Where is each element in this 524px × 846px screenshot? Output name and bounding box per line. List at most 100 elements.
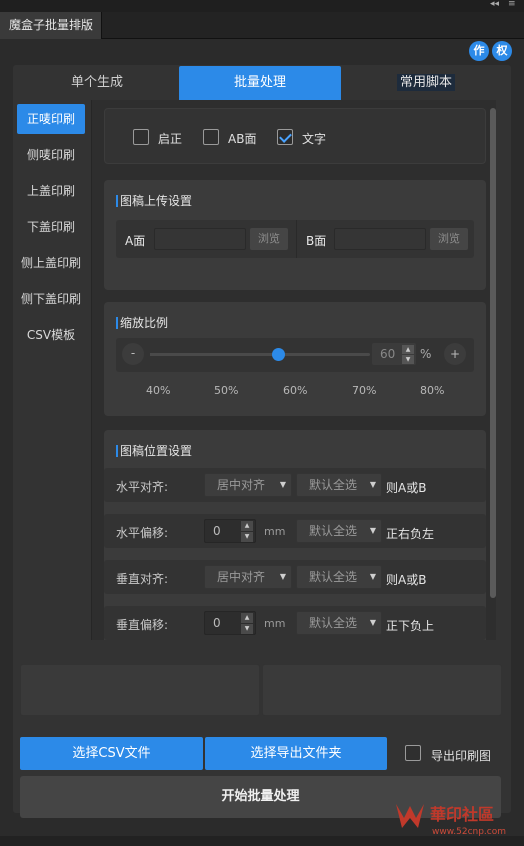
a-side-file-input[interactable]	[154, 228, 246, 250]
vertical-align-select[interactable]: 居中对齐 ▼	[204, 565, 292, 589]
position-title: 图稿位置设置	[116, 445, 192, 457]
enable-front-label: 启正	[158, 132, 183, 146]
choose-csv-button[interactable]: 选择CSV文件	[20, 737, 203, 770]
chevron-down-icon: ▼	[369, 618, 376, 627]
horizontal-align-target-select[interactable]: 默认全选 ▼	[296, 473, 382, 497]
b-side-file-input[interactable]	[334, 228, 426, 250]
vertical-align-value: 居中对齐	[217, 570, 266, 584]
horizontal-offset-value: 0	[213, 524, 221, 538]
text-label: 文字	[302, 132, 327, 146]
increase-icon[interactable]: ▲	[241, 521, 253, 531]
position-card: 图稿位置设置 水平对齐: 居中对齐 ▼ 默认全选 ▼ 则A或B 水平偏移: 0 ▲ …	[104, 430, 486, 640]
vertical-offset-target-select[interactable]: 默认全选 ▼	[296, 611, 382, 635]
zoom-increase-icon[interactable]: ▲	[402, 345, 414, 354]
horizontal-align-row: 水平对齐: 居中对齐 ▼ 默认全选 ▼ 则A或B	[104, 468, 486, 502]
rights-button[interactable]: 权	[492, 41, 512, 61]
panel-menu-icon[interactable]: ≡	[508, 0, 516, 9]
zoom-title: 缩放比例	[116, 317, 168, 329]
content-panel: 启正 AB面 文字 图稿上传设置 A面 浏览 B面 浏览 缩放比例 - 60 ▲…	[91, 100, 496, 640]
tab-single-generate[interactable]: 单个生成	[16, 66, 178, 100]
sidebar-item-bottom-print[interactable]: 下盖印刷	[17, 212, 85, 242]
vertical-offset-input[interactable]: 0 ▲ ▼	[204, 611, 256, 635]
watermark-logo: 華印社區 www.52cnp.com	[390, 794, 518, 838]
zoom-tick-60[interactable]: 60%	[283, 384, 307, 397]
sidebar-item-front-print[interactable]: 正唛印刷	[17, 104, 85, 134]
choose-export-folder-button[interactable]: 选择导出文件夹	[205, 737, 387, 770]
vertical-offset-value: 0	[213, 616, 221, 630]
b-side-browse-button[interactable]: 浏览	[430, 228, 468, 250]
decrease-icon[interactable]: ▼	[241, 532, 253, 542]
chevron-down-icon: ▼	[369, 526, 376, 535]
author-button[interactable]: 作	[469, 41, 489, 61]
zoom-tick-70[interactable]: 70%	[352, 384, 376, 397]
enable-front-checkbox[interactable]	[133, 129, 149, 145]
zoom-decrease-icon[interactable]: ▼	[402, 355, 414, 364]
chevron-down-icon: ▼	[279, 480, 286, 489]
zoom-value-text: 60	[380, 347, 396, 361]
chevron-down-icon: ▼	[369, 572, 376, 581]
vertical-offset-unit: mm	[264, 617, 286, 630]
vertical-offset-row: 垂直偏移: 0 ▲ ▼ mm 默认全选 ▼ 正下负上	[104, 606, 486, 640]
vertical-offset-target-value: 默认全选	[309, 616, 358, 630]
collapse-icon[interactable]: ◂◂	[490, 0, 499, 9]
horizontal-align-target-value: 默认全选	[309, 478, 358, 492]
b-side-label: B面	[306, 234, 327, 248]
upload-title: 图稿上传设置	[116, 195, 192, 207]
content-scrollbar[interactable]	[490, 108, 496, 598]
vertical-align-target-select[interactable]: 默认全选 ▼	[296, 565, 382, 589]
zoom-slider-track[interactable]	[150, 348, 370, 361]
tab-common-scripts-label: 常用脚本	[396, 74, 455, 91]
panel-tabstrip: 魔盒子批量排版	[0, 12, 524, 39]
horizontal-offset-input[interactable]: 0 ▲ ▼	[204, 519, 256, 543]
text-checkbox[interactable]	[277, 129, 293, 145]
export-print-label: 导出印刷图	[431, 749, 492, 763]
zoom-unit: %	[420, 347, 432, 361]
ab-side-label: AB面	[228, 132, 257, 146]
horizontal-align-select[interactable]: 居中对齐 ▼	[204, 473, 292, 497]
horizontal-offset-unit: mm	[264, 525, 286, 538]
decrease-icon[interactable]: ▼	[241, 624, 253, 634]
chevron-down-icon: ▼	[369, 480, 376, 489]
ab-side-checkbox[interactable]	[203, 129, 219, 145]
zoom-slider-row: - 60 ▲ ▼ % +	[116, 338, 474, 372]
increase-icon[interactable]: ▲	[241, 613, 253, 623]
zoom-tick-50[interactable]: 50%	[214, 384, 238, 397]
vertical-offset-note: 正下负上	[386, 619, 435, 633]
zoom-tick-80[interactable]: 80%	[420, 384, 444, 397]
panel-title-tab[interactable]: 魔盒子批量排版	[0, 12, 102, 39]
sidebar-item-csv-template[interactable]: CSV模板	[17, 320, 85, 350]
zoom-minus-button[interactable]: -	[122, 343, 144, 365]
vertical-align-label: 垂直对齐:	[116, 572, 169, 586]
window-titlebar: ◂◂ ≡	[0, 0, 524, 12]
sidebar-item-side-print[interactable]: 侧唛印刷	[17, 140, 85, 170]
vertical-align-target-value: 默认全选	[309, 570, 358, 584]
horizontal-align-value: 居中对齐	[217, 478, 266, 492]
upload-row: A面 浏览 B面 浏览	[116, 220, 474, 258]
export-folder-display	[262, 664, 502, 716]
logo-icon: 華印社區 www.52cnp.com	[396, 804, 506, 837]
horizontal-offset-target-value: 默认全选	[309, 524, 358, 538]
vertical-align-row: 垂直对齐: 居中对齐 ▼ 默认全选 ▼ 则A或B	[104, 560, 486, 594]
tab-common-scripts[interactable]: 常用脚本	[342, 66, 510, 100]
zoom-plus-button[interactable]: +	[444, 343, 466, 365]
a-side-browse-button[interactable]: 浏览	[250, 228, 288, 250]
zoom-slider-handle[interactable]	[272, 348, 285, 361]
export-print-checkbox[interactable]	[405, 745, 421, 761]
sidebar-item-side-bottom-print[interactable]: 侧下盖印刷	[17, 284, 85, 314]
chevron-down-icon: ▼	[279, 572, 286, 581]
zoom-tick-40[interactable]: 40%	[146, 384, 170, 397]
zoom-card: 缩放比例 - 60 ▲ ▼ % + 40% 50% 60% 70% 80%	[104, 302, 486, 416]
options-card: 启正 AB面 文字	[104, 108, 486, 164]
vertical-offset-label: 垂直偏移:	[116, 618, 169, 632]
upload-divider	[296, 220, 297, 258]
horizontal-align-label: 水平对齐:	[116, 480, 169, 494]
horizontal-offset-label: 水平偏移:	[116, 526, 169, 540]
horizontal-offset-target-select[interactable]: 默认全选 ▼	[296, 519, 382, 543]
sidebar-item-lid-print[interactable]: 上盖印刷	[17, 176, 85, 206]
upload-card: 图稿上传设置 A面 浏览 B面 浏览	[104, 180, 486, 290]
tab-batch-process[interactable]: 批量处理	[179, 66, 341, 100]
zoom-value-input[interactable]: 60 ▲ ▼	[372, 343, 416, 365]
horizontal-align-note: 则A或B	[386, 481, 427, 495]
sidebar-item-side-lid-print[interactable]: 侧上盖印刷	[17, 248, 85, 278]
zoom-slider-fill	[150, 353, 278, 356]
